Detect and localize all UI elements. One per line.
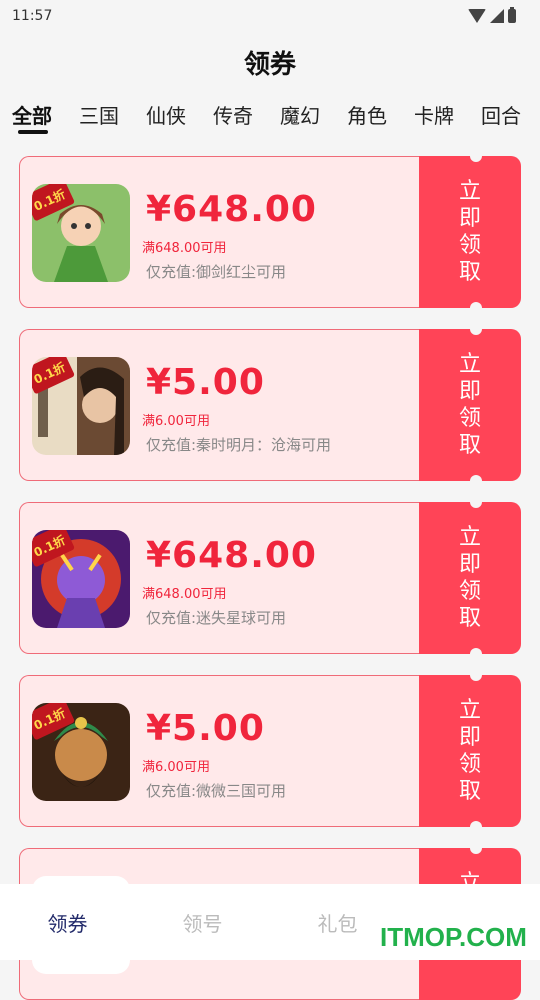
coupon-card: 0.1折 ¥648.00 满648.00可用 仅充值:御剑红尘可用 立即领取 (19, 150, 521, 314)
tab-xianxia[interactable]: 仙侠 (146, 100, 186, 129)
game-icon[interactable]: 0.1折 (32, 703, 130, 801)
tab-label: 回合 (481, 104, 521, 128)
game-icon[interactable]: 0.1折 (32, 184, 130, 282)
tab-active-indicator (18, 130, 48, 134)
coupon-scope: 仅充值:微微三国可用 (146, 782, 287, 800)
game-icon[interactable]: 0.1折 (32, 357, 130, 455)
ticket-notch (470, 475, 482, 487)
page-title: 领券 (243, 50, 296, 80)
coupon-card: 0.1折 ¥5.00 满6.00可用 仅充值:秦时明月：沧海可用 立即领取 (19, 323, 521, 487)
tab-label: 仙侠 (146, 104, 186, 128)
ticket-notch (470, 496, 482, 508)
nav-coupons[interactable]: 领券 (0, 908, 135, 937)
coupon-card: 0.1折 ¥648.00 满648.00可用 仅充值:迷失星球可用 立即领取 (19, 496, 521, 660)
status-icons (468, 7, 516, 23)
wifi-icon (468, 9, 486, 23)
ticket-notch (470, 648, 482, 660)
signal-icon (490, 9, 504, 23)
tab-label: 三国 (79, 104, 119, 128)
ticket-notch (470, 323, 482, 335)
coupon-scope: 仅充值:御剑红尘可用 (146, 263, 287, 281)
coupon-body: 0.1折 ¥5.00 满6.00可用 仅充值:微微三国可用 (19, 675, 420, 827)
claim-button-label: 立即领取 (458, 352, 481, 458)
nav-accounts[interactable]: 领号 (135, 908, 270, 937)
tab-jiaose[interactable]: 角色 (347, 100, 387, 129)
coupon-condition: 满6.00可用 (142, 414, 210, 429)
claim-button-label: 立即领取 (458, 698, 481, 804)
tab-chuanqi[interactable]: 传奇 (213, 100, 253, 129)
battery-icon (508, 7, 516, 23)
tab-kapai[interactable]: 卡牌 (414, 100, 454, 129)
ticket-notch (470, 842, 482, 854)
coupon-amount: ¥5.00 (146, 362, 265, 403)
coupon-body: 0.1折 ¥648.00 满648.00可用 仅充值:御剑红尘可用 (19, 156, 420, 308)
game-icon[interactable]: 0.1折 (32, 530, 130, 628)
claim-button[interactable]: 立即领取 (419, 675, 521, 827)
claim-button-label: 立即领取 (458, 525, 481, 631)
coupon-condition: 满648.00可用 (142, 241, 227, 256)
tab-label: 魔幻 (280, 104, 320, 128)
coupon-amount: ¥5.00 (146, 708, 265, 749)
ticket-notch (470, 669, 482, 681)
tab-sanguo[interactable]: 三国 (79, 100, 119, 129)
status-time: 11:57 (12, 8, 53, 24)
tab-label: 全部 (12, 104, 52, 128)
tab-all[interactable]: 全部 (12, 100, 52, 134)
category-tabs: 全部 三国 仙侠 传奇 魔幻 角色 卡牌 回合 (0, 100, 540, 140)
coupon-body: 0.1折 ¥648.00 满648.00可用 仅充值:迷失星球可用 (19, 502, 420, 654)
coupon-condition: 满6.00可用 (142, 760, 210, 775)
coupon-amount: ¥648.00 (146, 189, 317, 230)
claim-button-label: 立即领取 (458, 179, 481, 285)
coupon-amount: ¥648.00 (146, 535, 317, 576)
coupon-condition: 满648.00可用 (142, 587, 227, 602)
watermark: ITMOP.COM (380, 922, 527, 952)
tab-huihe[interactable]: 回合 (481, 100, 521, 129)
claim-button[interactable]: 立即领取 (419, 156, 521, 308)
tab-mohuan[interactable]: 魔幻 (280, 100, 320, 129)
tab-label: 卡牌 (414, 104, 454, 128)
claim-button[interactable]: 立即领取 (419, 329, 521, 481)
tab-label: 传奇 (213, 104, 253, 128)
status-bar: 11:57 (0, 0, 540, 32)
coupon-body: 0.1折 ¥5.00 满6.00可用 仅充值:秦时明月：沧海可用 (19, 329, 420, 481)
ticket-notch (470, 302, 482, 314)
ticket-notch (470, 150, 482, 162)
coupon-scope: 仅充值:迷失星球可用 (146, 609, 287, 627)
coupon-card: 0.1折 ¥5.00 满6.00可用 仅充值:微微三国可用 立即领取 (19, 669, 521, 833)
coupon-scope: 仅充值:秦时明月：沧海可用 (146, 436, 332, 454)
ticket-notch (470, 821, 482, 833)
claim-button[interactable]: 立即领取 (419, 502, 521, 654)
tab-label: 角色 (347, 104, 387, 128)
